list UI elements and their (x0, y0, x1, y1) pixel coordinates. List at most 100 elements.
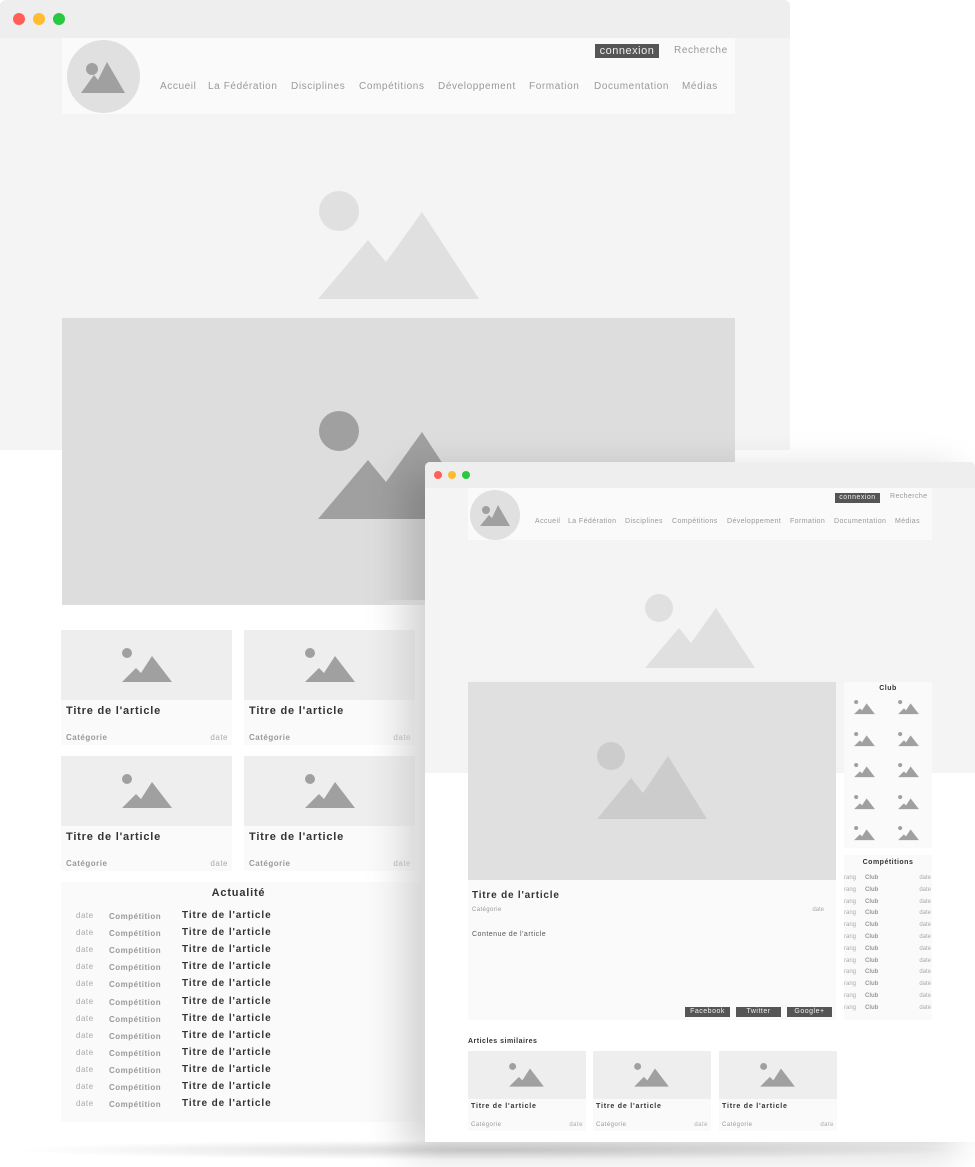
club-name: Club (865, 957, 879, 964)
article-card[interactable]: Titre de l'article Catégorie date (61, 756, 232, 871)
news-title[interactable]: Titre de l'article (182, 1030, 272, 1041)
news-title[interactable]: Titre de l'article (182, 996, 272, 1007)
minimize-button[interactable] (33, 13, 45, 25)
image-placeholder-icon (854, 700, 875, 715)
nav-accueil[interactable]: Accueil (160, 81, 196, 92)
article-image[interactable] (468, 682, 836, 880)
news-title[interactable]: Titre de l'article (182, 961, 272, 972)
image-placeholder-icon (81, 62, 125, 93)
similar-article-card[interactable]: Titre de l'article Catégorie date (593, 1051, 711, 1131)
similar-article-card[interactable]: Titre de l'article Catégorie date (468, 1051, 586, 1131)
club-logo[interactable] (854, 794, 875, 810)
nav-formation[interactable]: Formation (529, 81, 579, 92)
club-logo[interactable] (898, 731, 919, 747)
club-logo[interactable] (898, 700, 919, 715)
news-date: date (76, 1099, 94, 1109)
login-button[interactable]: connexion (595, 44, 659, 58)
news-title[interactable]: Titre de l'article (182, 1064, 272, 1075)
article-body: Titre de l'article Catégorie date Conten… (468, 880, 836, 1020)
site-header: connexion Recherche Accueil La Fédératio… (62, 38, 735, 114)
search-link[interactable]: Recherche (674, 45, 728, 56)
news-date: date (76, 979, 94, 989)
competition-date: date (919, 875, 931, 881)
news-date: date (76, 1030, 94, 1040)
club-logo[interactable] (898, 794, 919, 810)
news-date: date (76, 911, 94, 920)
nav-documentation[interactable]: Documentation (594, 81, 669, 92)
club-logo[interactable] (898, 826, 919, 841)
googleplus-share-button[interactable]: Google+ (787, 1007, 832, 1017)
maximize-button[interactable] (462, 471, 470, 479)
article-title: Titre de l'article (472, 890, 560, 901)
article-thumbnail (468, 1051, 586, 1099)
article-date: date (812, 907, 824, 913)
article-category[interactable]: Catégorie (249, 733, 290, 742)
logo[interactable] (470, 490, 520, 540)
search-link[interactable]: Recherche (890, 493, 927, 500)
news-category: Compétition (109, 1065, 162, 1075)
club-name: Club (865, 945, 879, 952)
news-category: Compétition (109, 1014, 162, 1024)
article-thumbnail (719, 1051, 837, 1099)
article-category[interactable]: Catégorie (66, 733, 107, 742)
article-title: Titre de l'article (722, 1103, 788, 1110)
nav-competitions[interactable]: Compétitions (359, 81, 425, 92)
article-category[interactable]: Catégorie (249, 859, 290, 868)
maximize-button[interactable] (53, 13, 65, 25)
news-title[interactable]: Titre de l'article (182, 1013, 272, 1024)
news-title[interactable]: Titre de l'article (182, 1098, 272, 1109)
article-title: Titre de l'article (66, 705, 162, 717)
article-category[interactable]: Catégorie (596, 1122, 627, 1128)
twitter-share-button[interactable]: Twitter (736, 1007, 781, 1017)
nav-developpement[interactable]: Développement (438, 81, 516, 92)
minimize-button[interactable] (448, 471, 456, 479)
club-name: Club (865, 981, 879, 988)
club-logo[interactable] (854, 731, 875, 747)
nav-competitions[interactable]: Compétitions (672, 518, 718, 525)
article-category[interactable]: Catégorie (472, 907, 502, 913)
news-title[interactable]: Titre de l'article (182, 910, 272, 921)
club-logo[interactable] (854, 700, 875, 715)
article-category[interactable]: Catégorie (722, 1122, 753, 1128)
news-title[interactable]: Titre de l'article (182, 944, 272, 955)
club-title: Club (879, 685, 897, 692)
close-button[interactable] (434, 471, 442, 479)
rank: rang (844, 957, 857, 964)
nav-federation[interactable]: La Fédération (568, 518, 616, 525)
nav-medias[interactable]: Médias (682, 81, 718, 92)
news-title[interactable]: Titre de l'article (182, 1047, 272, 1058)
news-category: Compétition (109, 1031, 162, 1041)
news-title[interactable]: Titre de l'article (182, 927, 272, 938)
club-name: Club (865, 993, 879, 999)
article-card[interactable]: Titre de l'article Catégorie date (61, 630, 232, 745)
article-date: date (820, 1122, 834, 1128)
news-title[interactable]: Titre de l'article (182, 1081, 272, 1092)
close-button[interactable] (13, 13, 25, 25)
club-logo[interactable] (898, 763, 919, 778)
club-logo[interactable] (854, 826, 875, 841)
login-button[interactable]: connexion (835, 493, 880, 503)
nav-accueil[interactable]: Accueil (535, 518, 560, 525)
nav-documentation[interactable]: Documentation (834, 518, 886, 525)
nav-medias[interactable]: Médias (895, 518, 920, 525)
news-title[interactable]: Titre de l'article (182, 978, 272, 989)
news-date: date (76, 1064, 94, 1074)
club-logo[interactable] (854, 763, 875, 778)
nav-developpement[interactable]: Développement (727, 518, 781, 525)
image-placeholder-icon (305, 774, 355, 808)
nav-disciplines[interactable]: Disciplines (625, 518, 663, 525)
similar-article-card[interactable]: Titre de l'article Catégorie date (719, 1051, 837, 1131)
competitions-title: Compétitions (862, 859, 914, 866)
facebook-share-button[interactable]: Facebook (685, 1007, 730, 1017)
news-category: Compétition (109, 1083, 162, 1092)
club-name: Club (865, 934, 879, 940)
article-category[interactable]: Catégorie (471, 1122, 502, 1128)
nav-federation[interactable]: La Fédération (208, 81, 278, 92)
image-placeholder-icon (509, 1063, 544, 1087)
nav-disciplines[interactable]: Disciplines (291, 81, 345, 92)
article-content: Contenue de l'article (472, 931, 547, 938)
image-placeholder-icon (898, 700, 919, 715)
article-category[interactable]: Catégorie (66, 859, 107, 868)
logo[interactable] (67, 40, 140, 113)
nav-formation[interactable]: Formation (790, 518, 825, 525)
